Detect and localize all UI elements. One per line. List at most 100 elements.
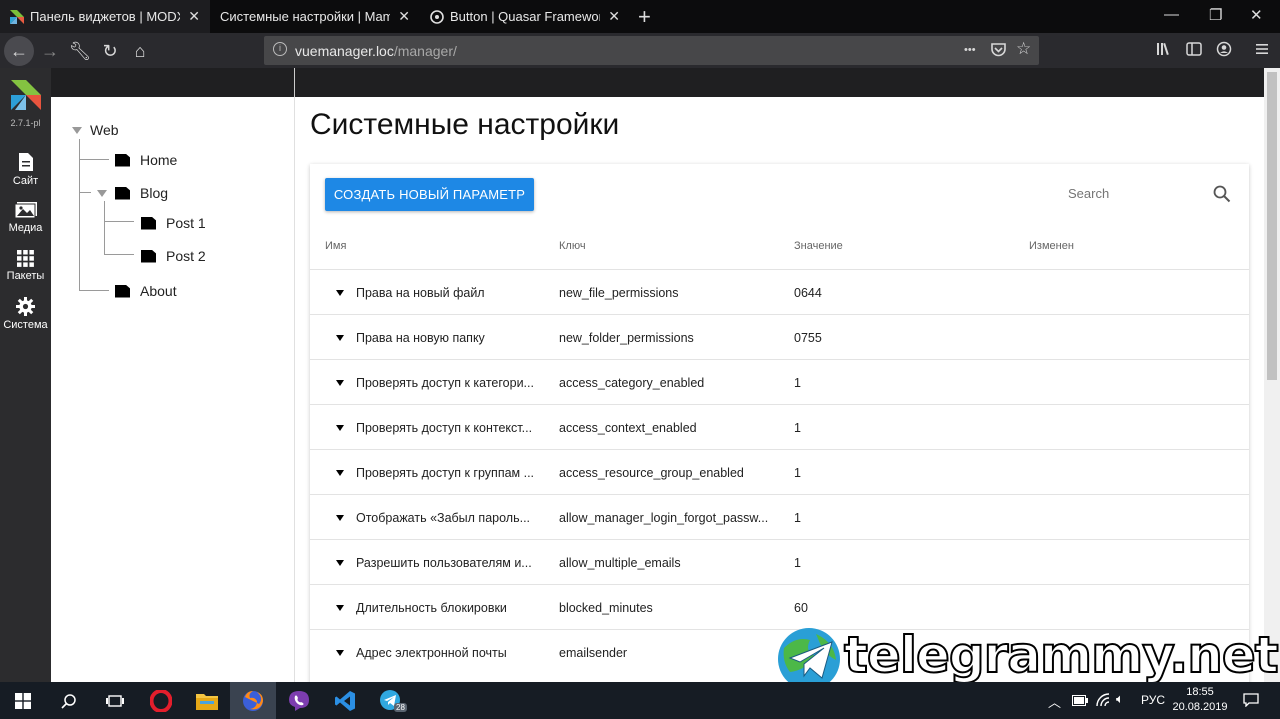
tab-close-icon[interactable]: ✕ [398,8,410,25]
volume-icon[interactable]: 🔈︎ [1116,691,1124,707]
site-info-icon[interactable]: i [273,42,287,56]
language-indicator[interactable]: РУС [1141,693,1165,707]
search-icon[interactable] [1213,185,1231,203]
pocket-icon[interactable] [991,43,1006,57]
table-row[interactable]: Проверять доступ к группам ... access_res… [310,449,1249,494]
expand-row-icon[interactable] [336,425,344,431]
page-actions-icon[interactable]: ••• [964,44,976,56]
tray-chevron-icon[interactable]: ︿ [1048,692,1061,711]
tree-item-home[interactable]: Home [115,152,177,168]
setting-value[interactable]: 0755 [794,331,822,345]
table-row[interactable]: Отображать «Забыл пароль... allow_manager… [310,494,1249,539]
tab-system-settings[interactable]: Системные настройки | Mamy24 ✕ [210,0,420,33]
expand-caret-icon[interactable] [97,189,107,197]
setting-value[interactable]: 1 [794,466,801,480]
close-window-button[interactable]: ✕ [1250,6,1263,24]
windows-start-icon[interactable] [0,682,46,719]
file-explorer-icon[interactable] [184,682,230,719]
column-changed[interactable]: Изменен [1029,240,1074,252]
tab-close-icon[interactable]: ✕ [608,8,620,25]
table-row[interactable]: Разрешить пользователям и... allow_multip… [310,539,1249,584]
column-key[interactable]: Ключ [559,240,586,252]
expand-row-icon[interactable] [336,605,344,611]
create-parameter-button[interactable]: СОЗДАТЬ НОВЫЙ ПАРАМЕТР [325,178,534,211]
table-row[interactable]: Длительность блокировки blocked_minutes 60 [310,584,1249,629]
setting-value[interactable]: 1 [794,376,801,390]
expand-row-icon[interactable] [336,650,344,656]
telegram-icon[interactable]: 28 [368,682,414,719]
setting-value[interactable]: 1 [794,511,801,525]
task-view-icon[interactable] [92,682,138,719]
setting-key: access_context_enabled [559,421,697,435]
table-row[interactable]: Права на новый файл new_file_permissions 0… [310,269,1249,314]
restore-button[interactable]: ❐ [1209,6,1222,24]
nav-label: Медиа [8,222,43,234]
document-icon [18,153,33,171]
tree-node-label: About [140,283,177,299]
viber-icon[interactable] [276,682,322,719]
nav-media[interactable]: Медиа [0,201,51,234]
expand-row-icon[interactable] [336,335,344,341]
table-row[interactable]: Проверять доступ к контекст... access_con… [310,404,1249,449]
table-row[interactable]: Права на новую папку new_folder_permissio… [310,314,1249,359]
page-scrollbar[interactable] [1264,68,1280,682]
bookmark-star-icon[interactable]: ☆ [1016,39,1031,59]
setting-value[interactable]: 1 [794,556,801,570]
expand-caret-icon[interactable] [72,126,82,134]
tab-modx-dashboard[interactable]: Панель виджетов | MODX Rev ✕ [0,0,210,33]
expand-row-icon[interactable] [336,470,344,476]
panel-divider[interactable] [294,68,295,97]
setting-name: Длительность блокировки [356,601,507,615]
search-input[interactable] [1068,186,1178,201]
setting-value[interactable]: 60 [794,601,808,615]
address-url[interactable]: vuemanager.loc/manager/ [295,43,457,59]
tools-wrench-icon[interactable]: 🔧︎ [66,37,94,65]
modx-logo[interactable] [9,78,43,112]
tree-item-post-1[interactable]: Post 1 [141,215,206,231]
folder-icon [115,186,130,200]
tree-root-web[interactable]: Web [72,122,119,138]
setting-name: Адрес электронной почты [356,646,507,660]
battery-icon[interactable] [1072,695,1088,706]
tree-line [104,221,134,222]
taskbar-clock[interactable]: 18:55 20.08.2019 [1172,685,1228,715]
reload-button[interactable]: ↻ [96,37,124,65]
firefox-icon[interactable] [230,682,276,719]
expand-row-icon[interactable] [336,515,344,521]
tab-quasar-button[interactable]: Button | Quasar Framework ✕ [420,0,630,33]
tree-item-post-2[interactable]: Post 2 [141,248,206,264]
table-row[interactable]: Проверять доступ к категори... access_cat… [310,359,1249,404]
nav-system[interactable]: Система [0,297,51,331]
setting-value[interactable]: 0644 [794,286,822,300]
nav-packages[interactable]: Пакеты [0,250,51,282]
tree-item-about[interactable]: About [115,283,177,299]
opera-icon[interactable] [138,682,184,719]
expand-row-icon[interactable] [336,290,344,296]
nav-site[interactable]: Сайт [0,152,51,187]
grid-icon [17,250,34,267]
vscode-icon[interactable] [322,682,368,719]
column-value[interactable]: Значение [794,240,843,252]
home-button[interactable]: ⌂ [126,37,154,65]
new-tab-button[interactable]: + [638,4,651,30]
expand-row-icon[interactable] [336,560,344,566]
search-icon[interactable] [46,682,92,719]
setting-key: access_resource_group_enabled [559,466,744,480]
setting-value[interactable]: 1 [794,421,801,435]
account-icon[interactable] [1216,41,1232,57]
wifi-icon[interactable] [1096,693,1110,707]
notifications-icon[interactable] [1243,693,1259,707]
tree-line [104,254,134,255]
tree-item-blog[interactable]: Blog [97,185,168,201]
minimize-button[interactable]: — [1164,6,1179,23]
menu-icon[interactable] [1254,41,1270,57]
expand-row-icon[interactable] [336,380,344,386]
address-bar[interactable]: i vuemanager.loc/manager/ ••• ☆ [264,36,1039,65]
tab-close-icon[interactable]: ✕ [188,8,200,25]
scrollbar-thumb[interactable] [1267,72,1277,380]
sidebar-icon[interactable] [1186,41,1202,57]
back-button[interactable]: ← [4,36,34,66]
library-icon[interactable] [1156,41,1172,57]
forward-button[interactable]: → [36,37,64,65]
column-name[interactable]: Имя [325,240,346,252]
